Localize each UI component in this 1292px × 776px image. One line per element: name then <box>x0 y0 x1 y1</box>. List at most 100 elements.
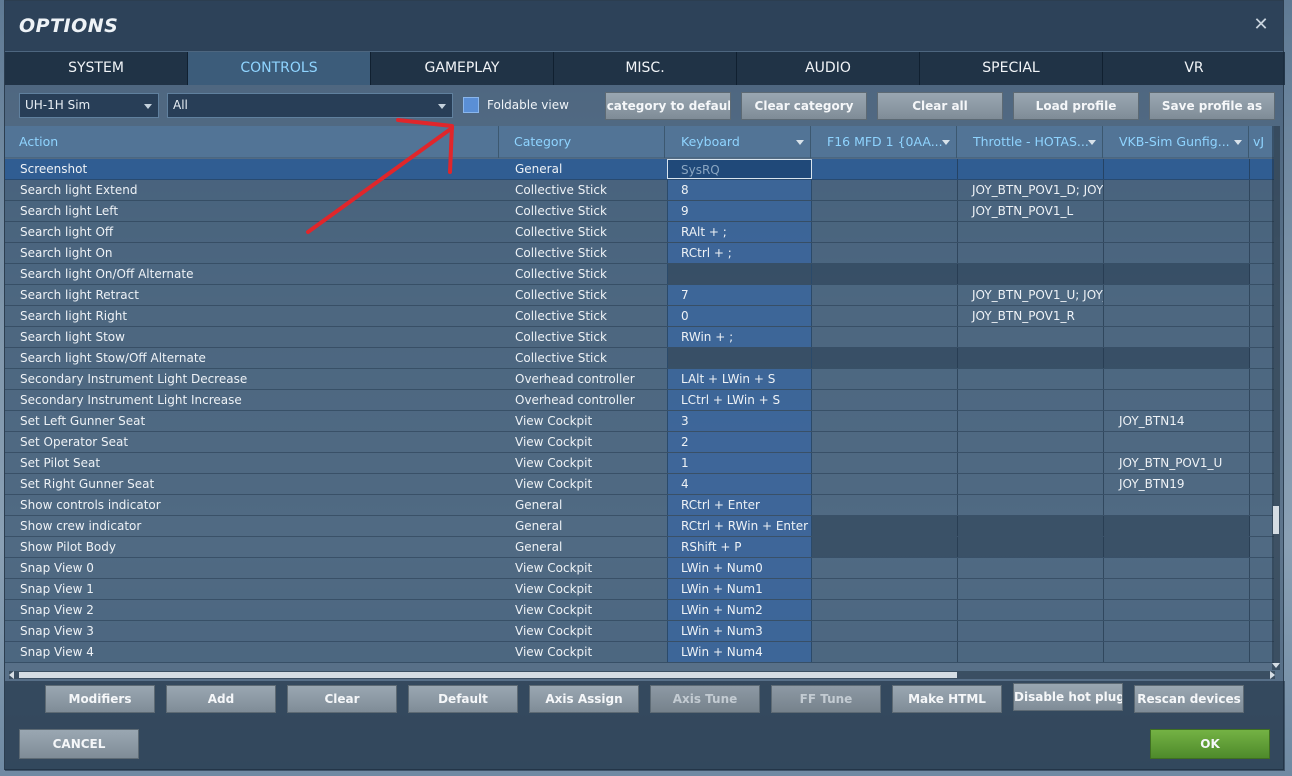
vkb-binding-cell[interactable] <box>1104 243 1250 263</box>
table-row[interactable]: Search light Retract Collective Stick 7 JOY… <box>5 285 1274 306</box>
scroll-down-icon[interactable] <box>1272 663 1280 668</box>
horizontal-scroll-thumb[interactable] <box>19 672 957 678</box>
category-cell[interactable]: General <box>511 516 667 536</box>
close-icon[interactable]: ✕ <box>1251 15 1271 35</box>
ok-button[interactable]: OK <box>1150 729 1270 759</box>
action-cell[interactable]: Secondary Instrument Light Decrease <box>16 369 500 389</box>
chevron-down-icon[interactable] <box>1088 140 1096 145</box>
category-cell[interactable]: Collective Stick <box>511 180 667 200</box>
action-cell[interactable]: Search light Stow <box>16 327 500 347</box>
f16-binding-cell[interactable] <box>812 642 958 662</box>
action-cell[interactable]: Screenshot <box>16 159 500 179</box>
keyboard-binding-cell[interactable]: LWin + Num1 <box>667 579 812 599</box>
table-row[interactable]: Show controls indicator General RCtrl + En… <box>5 495 1274 516</box>
action-cell[interactable]: Search light Retract <box>16 285 500 305</box>
vkb-binding-cell[interactable] <box>1104 621 1250 641</box>
table-row[interactable]: Snap View 1 View Cockpit LWin + Num1 <box>5 579 1274 600</box>
f16-binding-cell[interactable] <box>812 159 958 179</box>
table-row[interactable]: Show crew indicator General RCtrl + RWin +… <box>5 516 1274 537</box>
keyboard-binding-cell[interactable] <box>667 348 812 368</box>
f16-binding-cell[interactable] <box>812 411 958 431</box>
vkb-binding-cell[interactable] <box>1104 600 1250 620</box>
category-cell[interactable]: General <box>511 537 667 557</box>
vjoy-binding-cell[interactable] <box>1250 495 1274 515</box>
throttle-binding-cell[interactable] <box>958 369 1104 389</box>
keyboard-binding-cell[interactable]: LWin + Num0 <box>667 558 812 578</box>
vkb-binding-cell[interactable]: JOY_BTN14 <box>1104 411 1250 431</box>
throttle-binding-cell[interactable] <box>958 348 1104 368</box>
category-cell[interactable]: View Cockpit <box>511 579 667 599</box>
scroll-left-icon[interactable] <box>9 671 14 679</box>
category-cell[interactable]: View Cockpit <box>511 600 667 620</box>
vkb-binding-cell[interactable] <box>1104 537 1250 557</box>
action-cell[interactable]: Show controls indicator <box>16 495 500 515</box>
vjoy-binding-cell[interactable] <box>1250 222 1274 242</box>
axis-assign-button[interactable]: Axis Assign <box>529 685 639 713</box>
tab-controls[interactable]: CONTROLS <box>188 52 371 85</box>
tab-special[interactable]: SPECIAL <box>920 52 1103 85</box>
category-cell[interactable]: Collective Stick <box>511 264 667 284</box>
tab-misc[interactable]: MISC. <box>554 52 737 85</box>
column-header-f16-mfd[interactable]: F16 MFD 1 {0AA... <box>811 126 957 158</box>
vkb-binding-cell[interactable] <box>1104 285 1250 305</box>
vkb-binding-cell[interactable] <box>1104 579 1250 599</box>
table-row[interactable]: Set Pilot Seat View Cockpit 1 JOY_BTN_POV1_… <box>5 453 1274 474</box>
action-cell[interactable]: Snap View 1 <box>16 579 500 599</box>
category-cell[interactable]: View Cockpit <box>511 411 667 431</box>
vkb-binding-cell[interactable] <box>1104 327 1250 347</box>
throttle-binding-cell[interactable]: JOY_BTN_POV1_R <box>958 306 1104 326</box>
throttle-binding-cell[interactable] <box>958 327 1104 347</box>
keyboard-binding-cell[interactable]: RAlt + ; <box>667 222 812 242</box>
clear-all-button[interactable]: Clear all <box>877 92 1003 120</box>
table-row[interactable]: Snap View 0 View Cockpit LWin + Num0 <box>5 558 1274 579</box>
throttle-binding-cell[interactable] <box>958 264 1104 284</box>
table-row[interactable]: Search light Left Collective Stick 9 JOY_BT… <box>5 201 1274 222</box>
table-row[interactable]: Set Right Gunner Seat View Cockpit 4 JOY_BT… <box>5 474 1274 495</box>
throttle-binding-cell[interactable] <box>958 411 1104 431</box>
keyboard-binding-cell[interactable]: LWin + Num2 <box>667 600 812 620</box>
throttle-binding-cell[interactable] <box>958 579 1104 599</box>
vjoy-binding-cell[interactable] <box>1250 159 1274 179</box>
vertical-scroll-thumb[interactable] <box>1273 506 1279 534</box>
axis-tune-button[interactable]: Axis Tune <box>650 685 760 713</box>
keyboard-binding-cell[interactable] <box>667 264 812 284</box>
f16-binding-cell[interactable] <box>812 432 958 452</box>
action-cell[interactable]: Search light Extend <box>16 180 500 200</box>
cancel-button[interactable]: CANCEL <box>19 729 139 759</box>
vjoy-binding-cell[interactable] <box>1250 306 1274 326</box>
tab-audio[interactable]: AUDIO <box>737 52 920 85</box>
f16-binding-cell[interactable] <box>812 243 958 263</box>
keyboard-binding-cell[interactable]: 2 <box>667 432 812 452</box>
action-cell[interactable]: Set Left Gunner Seat <box>16 411 500 431</box>
vjoy-binding-cell[interactable] <box>1250 390 1274 410</box>
f16-binding-cell[interactable] <box>812 180 958 200</box>
f16-binding-cell[interactable] <box>812 264 958 284</box>
vjoy-binding-cell[interactable] <box>1250 369 1274 389</box>
keyboard-binding-cell[interactable]: RWin + ; <box>667 327 812 347</box>
category-cell[interactable]: View Cockpit <box>511 621 667 641</box>
action-cell[interactable]: Snap View 0 <box>16 558 500 578</box>
vkb-binding-cell[interactable] <box>1104 390 1250 410</box>
tab-gameplay[interactable]: GAMEPLAY <box>371 52 554 85</box>
f16-binding-cell[interactable] <box>812 600 958 620</box>
f16-binding-cell[interactable] <box>812 495 958 515</box>
vjoy-binding-cell[interactable] <box>1250 411 1274 431</box>
action-cell[interactable]: Secondary Instrument Light Increase <box>16 390 500 410</box>
vjoy-binding-cell[interactable] <box>1250 285 1274 305</box>
f16-binding-cell[interactable] <box>812 327 958 347</box>
add-button[interactable]: Add <box>166 685 276 713</box>
vkb-binding-cell[interactable] <box>1104 495 1250 515</box>
action-cell[interactable]: Search light Stow/Off Alternate <box>16 348 500 368</box>
category-cell[interactable]: View Cockpit <box>511 642 667 662</box>
keyboard-binding-cell[interactable]: SysRQ <box>667 159 812 179</box>
category-cell[interactable]: General <box>511 159 667 179</box>
throttle-binding-cell[interactable]: JOY_BTN_POV1_L <box>958 201 1104 221</box>
throttle-binding-cell[interactable]: JOY_BTN_POV1_D; JOY_ <box>958 180 1104 200</box>
set-category-default-button[interactable]: Set category to default <box>605 92 731 120</box>
disable-hot-plug-button[interactable]: Disable hot plug <box>1013 683 1123 711</box>
action-cell[interactable]: Search light Right <box>16 306 500 326</box>
column-header-throttle[interactable]: Throttle - HOTAS... <box>957 126 1103 158</box>
table-row[interactable]: Search light Extend Collective Stick 8 JOY_… <box>5 180 1274 201</box>
vjoy-binding-cell[interactable] <box>1250 327 1274 347</box>
vjoy-binding-cell[interactable] <box>1250 432 1274 452</box>
